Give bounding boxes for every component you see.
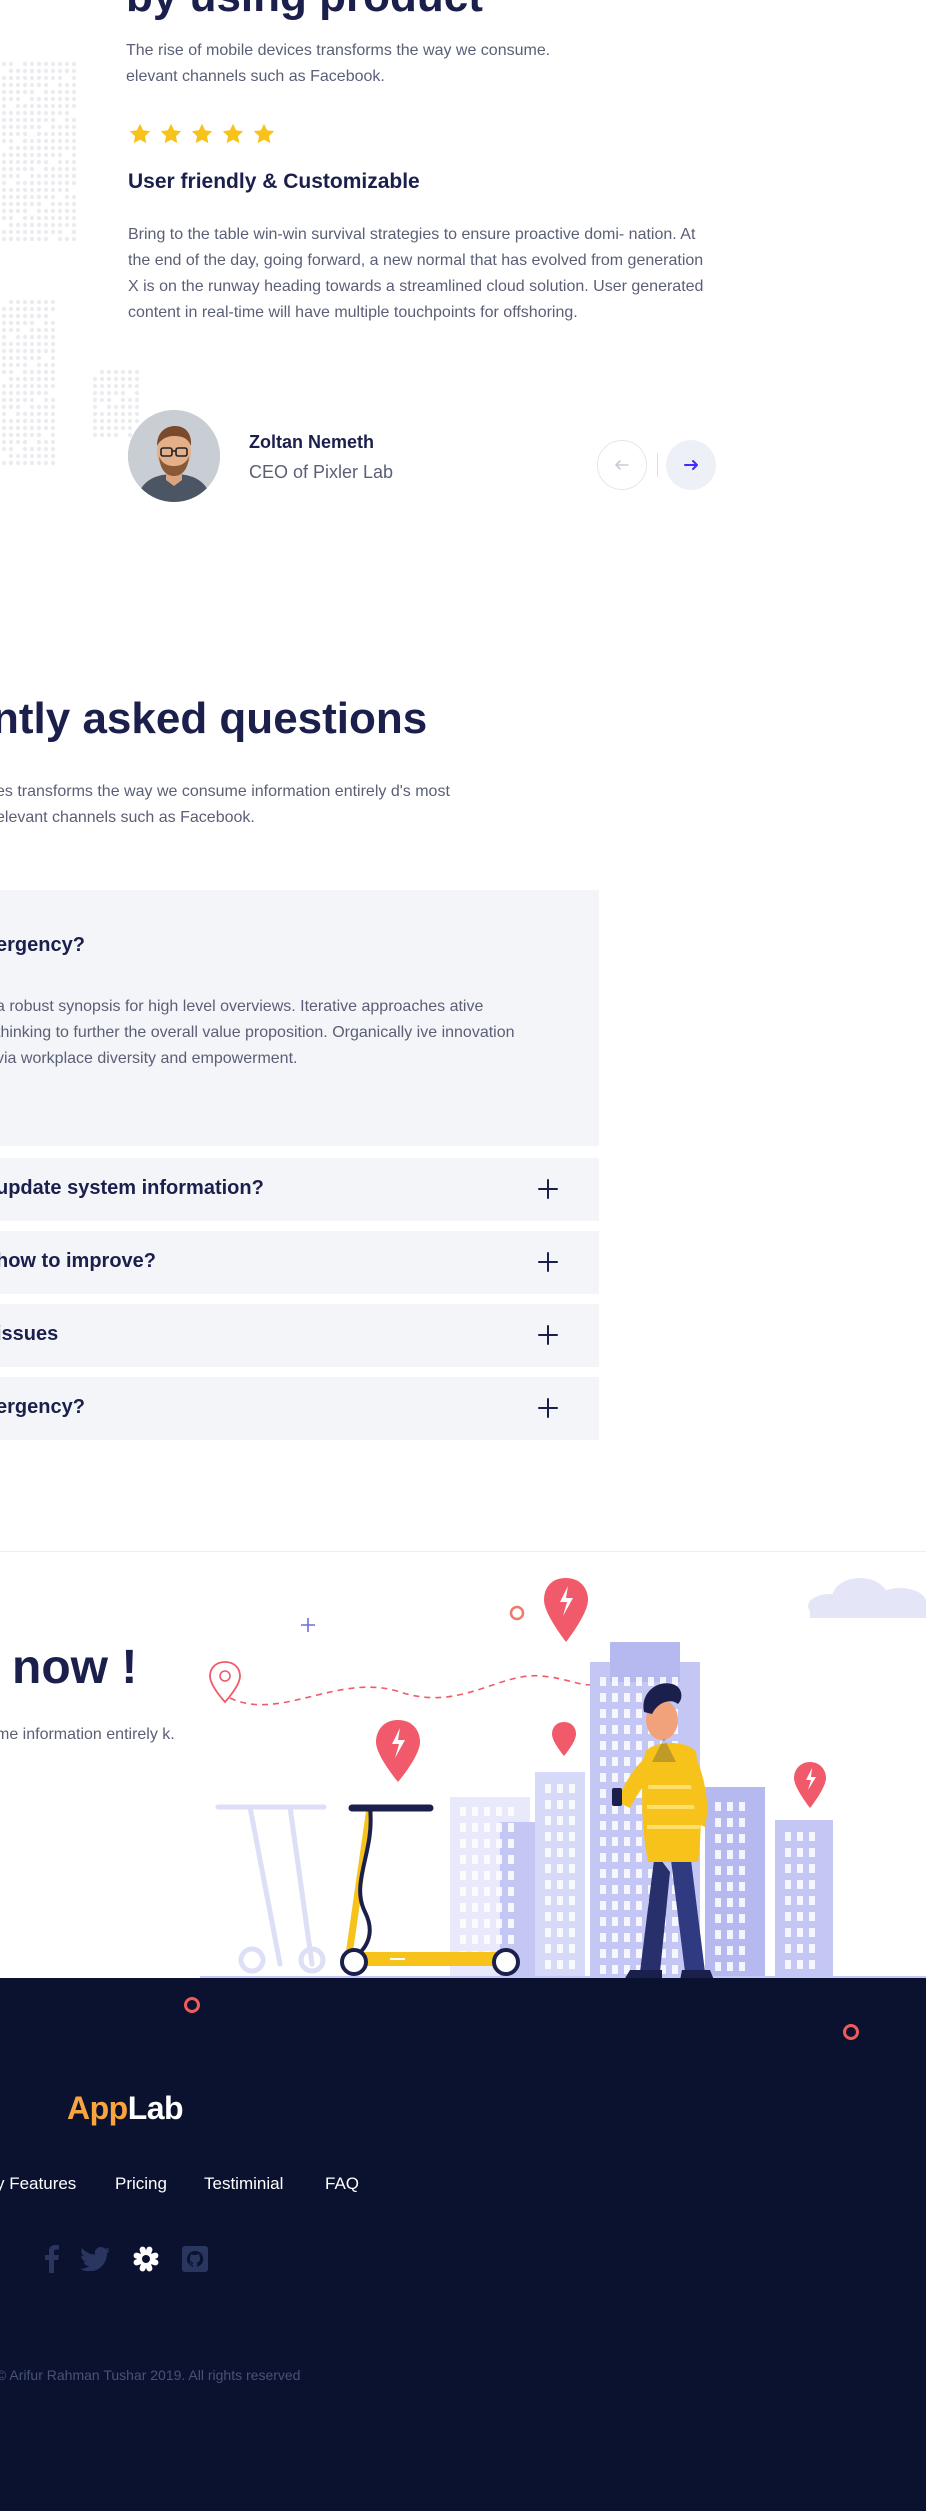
map-pin-icon: [376, 1720, 420, 1782]
faq-subtitle: es transforms the way we consume informa…: [0, 783, 450, 826]
testimonial-person-name: Zoltan Nemeth: [249, 432, 375, 452]
copyright-text: © Arifur Rahman Tushar 2019. All rights …: [0, 2367, 301, 2383]
faq-question: update system information?: [0, 1177, 264, 1199]
star-rating: [128, 122, 276, 146]
arrow-left-icon: [615, 460, 629, 470]
cta-subtitle: me information entirely k.: [0, 1726, 175, 1743]
footer-nav-pricing[interactable]: Pricing: [115, 2174, 167, 2194]
footer-nav-faq[interactable]: FAQ: [325, 2174, 359, 2194]
star-icon: [129, 123, 151, 144]
ring-decoration: [184, 1997, 200, 2013]
route-line: [229, 1675, 601, 1706]
faq-item[interactable]: how to improve?: [0, 1231, 599, 1294]
faq-item[interactable]: issues: [0, 1304, 599, 1367]
plus-decoration: [301, 1618, 315, 1632]
faq-question[interactable]: ergency?: [0, 934, 85, 957]
testimonial-person-role: CEO of Pixler Lab: [249, 462, 394, 482]
arrow-right-icon: [684, 460, 698, 470]
next-testimonial-button[interactable]: [666, 440, 716, 490]
map-pin-icon: [544, 1578, 588, 1642]
ring-decoration: [509, 1605, 525, 1621]
star-icon: [160, 123, 182, 144]
plus-icon[interactable]: [537, 1324, 559, 1346]
avatar: [128, 410, 220, 502]
faq-question: how to improve?: [0, 1250, 156, 1272]
logo-text-lab: Lab: [127, 2090, 184, 2126]
faq-question: ergency?: [0, 1396, 85, 1418]
footer: AppLab y Features Pricing Testiminial FA…: [0, 1978, 926, 2511]
previous-testimonial-button[interactable]: [597, 440, 647, 490]
cloud-icon: [808, 1578, 926, 1618]
faq-answer: a robust synopsis for high level overvie…: [0, 998, 515, 1067]
testimonial-section: by using product The rise of mobile devi…: [0, 0, 926, 560]
footer-nav-features[interactable]: y Features: [0, 2174, 76, 2194]
github-icon[interactable]: [180, 2244, 210, 2274]
testimonial-subtitle: The rise of mobile devices transforms th…: [126, 42, 551, 85]
faq-question: issues: [0, 1323, 59, 1345]
testimonial-title: User friendly & Customizable: [128, 170, 420, 193]
scooter-ghost: [215, 1804, 327, 1974]
star-icon: [253, 123, 275, 144]
faq-heading: ntly asked questions: [0, 694, 428, 743]
footer-nav-testimonial[interactable]: Testiminial: [204, 2174, 283, 2194]
faq-item[interactable]: update system information?: [0, 1158, 599, 1221]
slack-icon[interactable]: [131, 2244, 161, 2274]
ring-decoration: [843, 2024, 859, 2040]
nav-divider: [657, 453, 658, 477]
plus-icon[interactable]: [537, 1397, 559, 1419]
star-icon: [222, 123, 244, 144]
testimonial-body: Bring to the table win-win survival stra…: [128, 226, 704, 321]
plus-icon[interactable]: [537, 1251, 559, 1273]
map-pin-icon: [552, 1722, 576, 1756]
facebook-icon[interactable]: [37, 2244, 67, 2274]
map-pin-icon: [794, 1762, 826, 1808]
plus-icon[interactable]: [537, 1178, 559, 1200]
testimonial-heading: by using product: [126, 0, 483, 22]
cta-heading: now !: [12, 1641, 138, 1694]
footer-logo[interactable]: AppLab: [67, 2090, 184, 2127]
faq-item[interactable]: ergency?: [0, 1377, 599, 1440]
twitter-icon[interactable]: [80, 2244, 110, 2274]
map-pin-outline-icon: [209, 1661, 241, 1704]
star-icon: [191, 123, 213, 144]
logo-text-app: App: [67, 2090, 128, 2126]
city-scooter-illustration: [200, 1578, 926, 1980]
